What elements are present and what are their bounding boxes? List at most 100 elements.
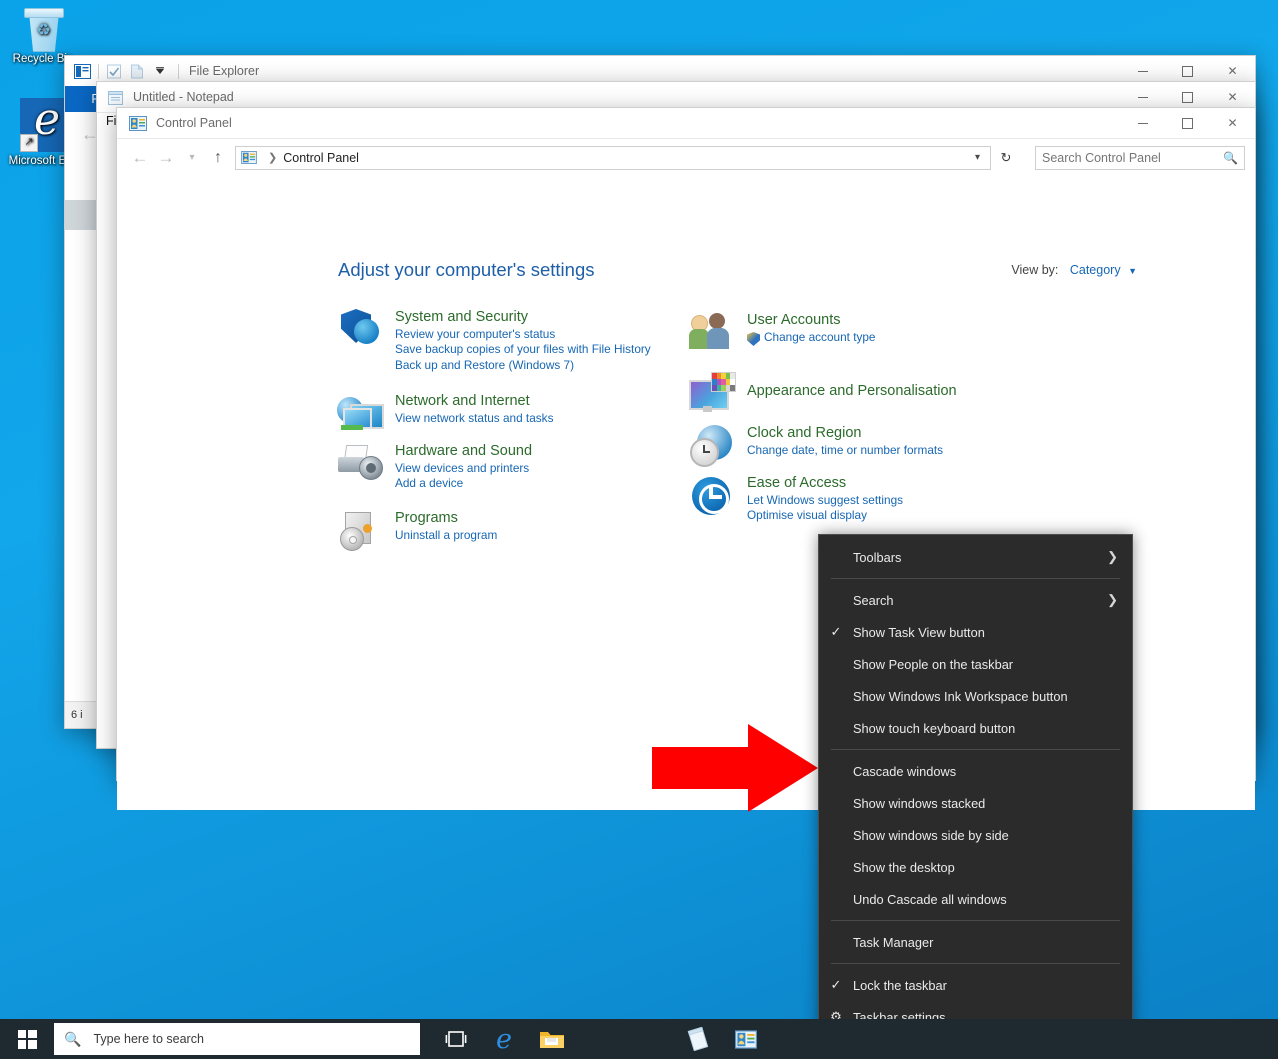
up-button[interactable]: ↑	[205, 145, 231, 171]
new-folder-icon[interactable]	[130, 64, 147, 79]
back-button[interactable]: ←	[127, 145, 153, 171]
menu-separator	[831, 920, 1120, 921]
ease-of-access-icon	[689, 473, 735, 519]
search-icon: 🔍	[64, 1031, 81, 1048]
taskbar[interactable]: 🔍 Type here to search e	[0, 1019, 1278, 1059]
menu-item-search[interactable]: Search ❯	[819, 584, 1132, 616]
address-dropdown-icon[interactable]: ▾	[970, 152, 985, 163]
category-clock-and-region[interactable]: Clock and Region Change date, time or nu…	[689, 423, 1039, 469]
toolbar-divider	[98, 64, 99, 79]
category-link[interactable]: Save backup copies of your files with Fi…	[395, 342, 651, 357]
category-link[interactable]: Let Windows suggest settings	[747, 493, 903, 508]
category-appearance-and-personalisation[interactable]: Appearance and Personalisation	[689, 372, 1039, 418]
category-link[interactable]: View network status and tasks	[395, 411, 553, 426]
view-by-value[interactable]: Category	[1070, 263, 1121, 277]
category-title[interactable]: Appearance and Personalisation	[747, 383, 957, 399]
quick-access-toolbar[interactable]	[65, 64, 179, 79]
chevron-down-icon[interactable]: ▼	[1128, 266, 1137, 276]
category-title[interactable]: Hardware and Sound	[395, 443, 532, 459]
category-user-accounts[interactable]: User Accounts Change account type	[689, 310, 1039, 356]
toolbar-divider-2	[178, 64, 179, 79]
control-panel-minimize-button[interactable]	[1120, 108, 1165, 138]
menu-separator	[831, 749, 1120, 750]
menu-item-show-touch-keyboard-button[interactable]: Show touch keyboard button	[819, 712, 1132, 744]
address-bar[interactable]: ❯ Control Panel ▾	[235, 146, 991, 170]
menu-item-show-windows-ink-workspace-button[interactable]: Show Windows Ink Workspace button	[819, 680, 1132, 712]
file-explorer-app-icon	[74, 64, 91, 79]
start-button[interactable]	[0, 1019, 54, 1059]
desktop-icon-label-line1: Microsoft	[9, 155, 56, 167]
menu-item-lock-the-taskbar[interactable]: ✓ Lock the taskbar	[819, 969, 1132, 1001]
search-placeholder: Search Control Panel	[1042, 151, 1161, 165]
taskbar-notepad[interactable]	[674, 1019, 722, 1059]
category-network-and-internet[interactable]: Network and Internet View network status…	[337, 391, 667, 437]
category-link[interactable]: Add a device	[395, 476, 532, 491]
category-link[interactable]: Change account type	[747, 330, 876, 345]
menu-item-show-windows-stacked[interactable]: Show windows stacked	[819, 787, 1132, 819]
category-title[interactable]: System and Security	[395, 309, 528, 325]
category-system-and-security[interactable]: System and Security Review your computer…	[337, 307, 667, 373]
category-link[interactable]: Uninstall a program	[395, 528, 497, 543]
network-and-internet-icon	[337, 391, 383, 437]
view-by-control[interactable]: View by: Category ▼	[1011, 263, 1137, 277]
address-bar-icon	[241, 151, 257, 164]
category-title[interactable]: User Accounts	[747, 312, 841, 328]
control-panel-title: Control Panel	[156, 116, 232, 130]
chevron-down-icon[interactable]	[154, 64, 171, 79]
category-title[interactable]: Programs	[395, 510, 458, 526]
taskbar-context-menu[interactable]: Toolbars ❯ Search ❯ ✓ Show Task View but…	[818, 534, 1133, 1038]
taskbar-control-panel[interactable]	[722, 1019, 770, 1059]
windows-logo-icon	[18, 1030, 37, 1049]
control-panel-maximize-button[interactable]	[1165, 108, 1210, 138]
explorer-nav-pane	[65, 156, 99, 200]
breadcrumb-current[interactable]: Control Panel	[283, 151, 359, 165]
chevron-right-icon: ❯	[1107, 592, 1118, 608]
category-link[interactable]: Change date, time or number formats	[747, 443, 943, 458]
category-link[interactable]: Review your computer's status	[395, 327, 651, 342]
refresh-button[interactable]: ↻	[995, 147, 1017, 169]
clock-and-region-icon	[689, 423, 735, 469]
control-panel-navigation-bar[interactable]: ← → ▾ ↑ ❯ Control Panel ▾ ↻ Search Contr…	[117, 139, 1255, 176]
menu-item-cascade-windows[interactable]: Cascade windows	[819, 755, 1132, 787]
task-view-button[interactable]	[432, 1019, 480, 1059]
notepad-app-icon	[107, 89, 124, 106]
category-title[interactable]: Network and Internet	[395, 393, 530, 409]
category-link[interactable]: View devices and printers	[395, 461, 532, 476]
control-panel-close-button[interactable]: ✕	[1210, 108, 1255, 138]
taskbar-search-box[interactable]: 🔍 Type here to search	[54, 1023, 420, 1055]
shield-icon	[747, 332, 760, 346]
user-accounts-icon	[689, 310, 735, 356]
notepad-title: Untitled - Notepad	[133, 90, 234, 104]
check-icon: ✓	[819, 977, 853, 993]
menu-item-show-the-desktop[interactable]: Show the desktop	[819, 851, 1132, 883]
menu-item-show-people-on-the-taskbar[interactable]: Show People on the taskbar	[819, 648, 1132, 680]
category-title[interactable]: Clock and Region	[747, 425, 861, 441]
appearance-and-personalisation-icon	[689, 372, 735, 418]
explorer-selected-item[interactable]	[65, 200, 99, 230]
category-link[interactable]: Optimise visual display	[747, 508, 903, 523]
menu-item-show-task-view-button[interactable]: ✓ Show Task View button	[819, 616, 1132, 648]
menu-item-toolbars[interactable]: Toolbars ❯	[819, 541, 1132, 573]
search-control-panel-input[interactable]: Search Control Panel 🔍	[1035, 146, 1245, 170]
taskbar-microsoft-edge[interactable]: e	[480, 1019, 528, 1059]
category-link[interactable]: Back up and Restore (Windows 7)	[395, 358, 651, 373]
recent-locations-icon[interactable]: ▾	[179, 145, 205, 171]
category-ease-of-access[interactable]: Ease of Access Let Windows suggest setti…	[689, 473, 1039, 524]
recycle-bin-icon: ♻	[22, 6, 64, 50]
control-panel-window-buttons[interactable]: ✕	[1120, 108, 1255, 138]
forward-button[interactable]: →	[153, 145, 179, 171]
category-hardware-and-sound[interactable]: Hardware and Sound View devices and prin…	[337, 441, 667, 492]
menu-item-task-manager[interactable]: Task Manager	[819, 926, 1132, 958]
category-programs[interactable]: Programs Uninstall a program	[337, 508, 667, 554]
page-title: Adjust your computer's settings	[338, 259, 594, 281]
properties-icon[interactable]	[106, 64, 123, 79]
category-title[interactable]: Ease of Access	[747, 475, 846, 491]
menu-item-show-windows-side-by-side[interactable]: Show windows side by side	[819, 819, 1132, 851]
taskbar-file-explorer[interactable]	[528, 1019, 576, 1059]
breadcrumb-separator-icon: ❯	[268, 151, 277, 164]
control-panel-titlebar[interactable]: Control Panel ✕	[117, 108, 1255, 139]
programs-icon	[337, 508, 383, 554]
hardware-and-sound-icon	[337, 441, 383, 487]
menu-item-undo-cascade-all-windows[interactable]: Undo Cascade all windows	[819, 883, 1132, 915]
search-icon: 🔍	[1223, 151, 1238, 165]
